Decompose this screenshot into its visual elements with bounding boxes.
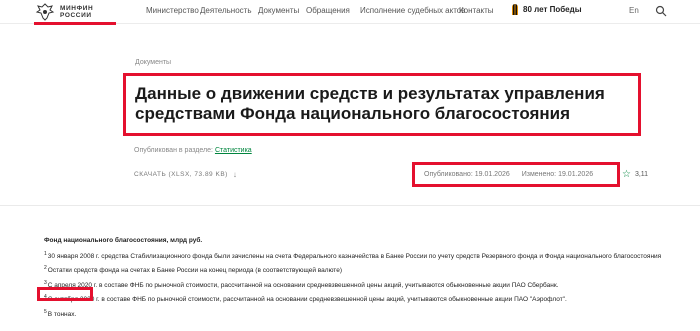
logo-text: МИНФИН РОССИИ bbox=[60, 5, 93, 20]
footnote-1: 130 января 2008 г. средства Стабилизацио… bbox=[44, 250, 684, 262]
page-title: Данные о движении средств и результатах … bbox=[135, 84, 605, 123]
footnote-text: 30 января 2008 г. средства Стабилизацион… bbox=[47, 252, 662, 260]
st-george-ribbon-icon bbox=[512, 4, 518, 15]
section-divider bbox=[0, 205, 700, 206]
rating[interactable]: ☆ 3,11 bbox=[622, 169, 648, 180]
logo-line-1: МИНФИН bbox=[60, 4, 94, 12]
footnote-text: В тоннах. bbox=[47, 311, 77, 319]
logo-underline-highlight bbox=[34, 22, 116, 25]
logo-line-2: РОССИИ bbox=[60, 12, 92, 19]
breadcrumb[interactable]: Документы bbox=[135, 59, 171, 66]
footnote-text: С апреля 2020 г. в составе ФНБ по рыночн… bbox=[47, 281, 559, 289]
footnotes: Фонд национального благосостояния, млрд … bbox=[44, 237, 684, 323]
nav-item-appeals[interactable]: Обращения bbox=[306, 6, 350, 15]
footnote-text: Остатки средств фонда на счетах в Банке … bbox=[47, 267, 342, 275]
minfin-logo[interactable]: МИНФИН РОССИИ bbox=[34, 1, 93, 23]
nav-item-documents[interactable]: Документы bbox=[258, 6, 299, 15]
section-link-statistics[interactable]: Статистика bbox=[215, 147, 252, 154]
footnote-number: 2 bbox=[44, 265, 47, 272]
download-arrow-icon: ↓ bbox=[232, 170, 238, 179]
eagle-emblem-icon bbox=[35, 3, 55, 21]
download-label: СКАЧАТЬ (XLSX, 73.89 KB) bbox=[134, 171, 228, 178]
footnote-text: С октября 2020 г. в составе ФНБ по рыноч… bbox=[47, 296, 567, 304]
footnote-number: 3 bbox=[44, 279, 47, 286]
language-switch[interactable]: En bbox=[629, 6, 639, 15]
published-in-section: Опубликован в разделе: Статистика bbox=[134, 147, 252, 154]
document-dates: Опубликовано: 19.01.2026 Изменено: 19.01… bbox=[424, 171, 593, 178]
nav-item-activity[interactable]: Деятельность bbox=[200, 6, 252, 15]
site-header: МИНФИН РОССИИ Министерство Деятельность … bbox=[0, 0, 700, 25]
victory-link[interactable]: 80 лет Победы bbox=[512, 4, 582, 15]
nav-item-ministry[interactable]: Министерство bbox=[146, 6, 199, 15]
footnote-5-highlight-box bbox=[37, 287, 93, 301]
rating-value: 3,11 bbox=[634, 171, 649, 178]
changed-date: Изменено: 19.01.2026 bbox=[521, 171, 594, 178]
footnote-number: 1 bbox=[44, 250, 47, 257]
published-date: Опубликовано: 19.01.2026 bbox=[424, 171, 510, 178]
footnote-number: 5 bbox=[44, 309, 47, 316]
star-icon: ☆ bbox=[622, 169, 631, 180]
victory-label: 80 лет Победы bbox=[523, 5, 582, 14]
download-button[interactable]: СКАЧАТЬ (XLSX, 73.89 KB) ↓ bbox=[134, 170, 237, 179]
search-icon[interactable] bbox=[655, 5, 667, 17]
footnote-3: 3С апреля 2020 г. в составе ФНБ по рыноч… bbox=[44, 279, 684, 291]
published-in-label: Опубликован в разделе: bbox=[134, 147, 213, 154]
nav-item-contacts[interactable]: Контакты bbox=[459, 6, 494, 15]
footnote-5: 5В тоннах. bbox=[44, 308, 684, 320]
nav-item-court-acts[interactable]: Исполнение судебных актов bbox=[360, 6, 466, 15]
footnotes-title: Фонд национального благосостояния, млрд … bbox=[44, 237, 203, 244]
footnote-2: 2Остатки средств фонда на счетах в Банке… bbox=[44, 264, 684, 276]
footnote-4: 4С октября 2020 г. в составе ФНБ по рыно… bbox=[44, 293, 684, 305]
